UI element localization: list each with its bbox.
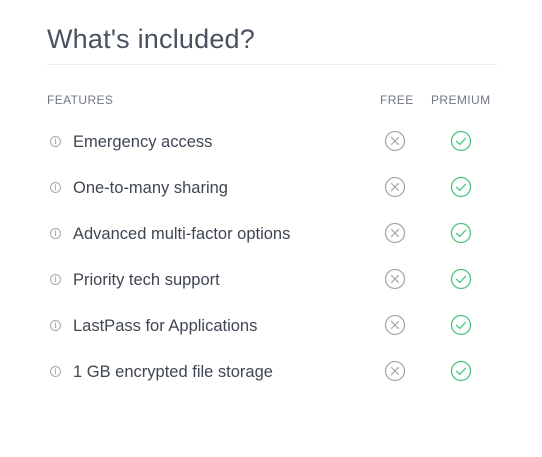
x-circle-icon — [384, 314, 406, 336]
check-circle-icon — [450, 222, 472, 244]
column-header-features: FEATURES — [47, 93, 114, 107]
info-icon[interactable]: i — [50, 320, 61, 331]
check-circle-icon — [450, 314, 472, 336]
feature-row-one-to-many-sharing: i One-to-many sharing — [47, 174, 497, 204]
x-circle-icon — [384, 268, 406, 290]
x-circle-icon — [384, 130, 406, 152]
feature-label: 1 GB encrypted file storage — [73, 363, 273, 381]
page-title: What's included? — [47, 24, 255, 54]
check-circle-icon — [450, 130, 472, 152]
column-header-free: FREE — [380, 93, 414, 107]
info-icon[interactable]: i — [50, 182, 61, 193]
feature-row-emergency-access: i Emergency access — [47, 128, 497, 158]
info-icon[interactable]: i — [50, 366, 61, 377]
check-circle-icon — [450, 360, 472, 382]
feature-row-advanced-multi-factor: i Advanced multi-factor options — [47, 220, 497, 250]
check-circle-icon — [450, 176, 472, 198]
x-circle-icon — [384, 176, 406, 198]
feature-row-encrypted-file-storage: i 1 GB encrypted file storage — [47, 358, 497, 388]
x-circle-icon — [384, 222, 406, 244]
feature-label: Advanced multi-factor options — [73, 225, 291, 243]
x-circle-icon — [384, 360, 406, 382]
info-icon[interactable]: i — [50, 136, 61, 147]
info-icon[interactable]: i — [50, 228, 61, 239]
feature-label: Priority tech support — [73, 271, 220, 289]
column-header-premium: PREMIUM — [431, 93, 491, 107]
feature-label: One-to-many sharing — [73, 179, 228, 197]
feature-label: Emergency access — [73, 133, 213, 151]
table-header: FEATURES FREE PREMIUM — [47, 93, 497, 109]
feature-label: LastPass for Applications — [73, 317, 258, 335]
title-divider — [47, 64, 497, 65]
info-icon[interactable]: i — [50, 274, 61, 285]
check-circle-icon — [450, 268, 472, 290]
feature-row-priority-tech-support: i Priority tech support — [47, 266, 497, 296]
feature-row-lastpass-for-applications: i LastPass for Applications — [47, 312, 497, 342]
